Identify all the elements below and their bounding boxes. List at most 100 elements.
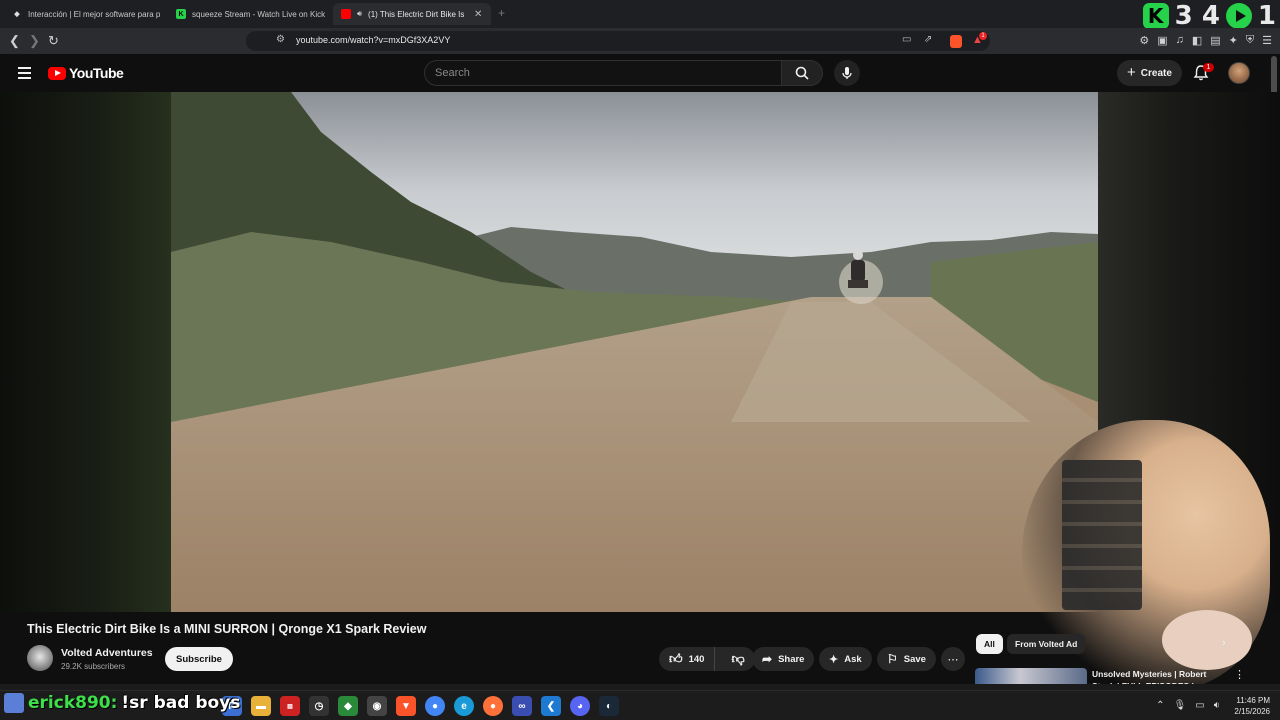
thumbs-down-icon: 👎︎: [731, 651, 745, 666]
chip-all[interactable]: All: [976, 634, 1003, 654]
subscribe-button[interactable]: Subscribe: [165, 647, 233, 671]
forward-icon[interactable]: ❯: [29, 33, 40, 49]
create-button[interactable]: + Create: [1117, 60, 1182, 86]
youtube-logo[interactable]: YouTube: [48, 65, 124, 81]
thumbs-up-icon: 👍︎: [669, 651, 683, 666]
shield-app-icon[interactable]: ◆: [338, 696, 358, 716]
dislike-button[interactable]: 👎︎: [721, 647, 754, 671]
chat-message-text: !sr bad boys: [121, 693, 241, 713]
youtube-header: YouTube + Create: [0, 54, 1280, 92]
ask-label: Ask: [844, 653, 862, 665]
save-label: Save: [903, 653, 926, 665]
url-text[interactable]: youtube.com/watch?v=mxDGf3XA2VY: [296, 35, 450, 45]
tab-kick-stream[interactable]: K squeeze Stream - Watch Live on Kick: [168, 3, 330, 25]
tab-youtube-video[interactable]: 🔊︎ (1) This Electric Dirt Bike Is a I ✕: [333, 3, 491, 25]
kick-counter: 3 4: [1174, 1, 1220, 31]
puzzle-icon[interactable]: ⚙: [1139, 34, 1149, 47]
voice-search-button[interactable]: [834, 60, 860, 86]
network-icon[interactable]: ▭: [1195, 700, 1204, 711]
screenshot-icon[interactable]: ▣: [1157, 34, 1167, 47]
sparkle-icon: ✦: [829, 653, 839, 666]
create-label: Create: [1140, 67, 1172, 79]
tab-title: (1) This Electric Dirt Bike Is a I: [368, 9, 465, 19]
wallet-icon[interactable]: ▤: [1210, 34, 1220, 47]
cast-icon[interactable]: ▭: [902, 34, 911, 45]
site-info-icon[interactable]: ⚙: [276, 34, 285, 45]
like-count: 140: [688, 653, 705, 665]
clock-time: 11:46 PM: [1236, 696, 1270, 705]
search-icon: [795, 66, 809, 80]
like-button[interactable]: 👍︎ 140: [659, 647, 716, 671]
account-avatar[interactable]: [1228, 62, 1250, 84]
save-button[interactable]: ⚐ Save: [877, 647, 936, 671]
menu-icon[interactable]: ☰: [1262, 34, 1272, 47]
share-page-icon[interactable]: ⇗: [924, 34, 932, 45]
bookmark-save-icon: ⚐: [887, 652, 898, 666]
subscriber-count: 29.2K subscribers: [61, 662, 126, 671]
plus-icon: +: [1127, 64, 1136, 81]
search-box[interactable]: [424, 60, 782, 86]
address-bar[interactable]: ⚙ youtube.com/watch?v=mxDGf3XA2VY ▭ ⇗ ▲ …: [246, 31, 990, 51]
notification-count-badge: 1: [1203, 63, 1214, 72]
share-button[interactable]: ➦ Share: [752, 647, 815, 671]
tab-title: Interacción | El mejor software para p: [28, 9, 161, 19]
share-label: Share: [778, 653, 805, 665]
video-title: This Electric Dirt Bike Is a MINI SURRON…: [27, 622, 427, 636]
tab-title: squeeze Stream - Watch Live on Kick: [192, 9, 326, 19]
play-counter: 1: [1257, 1, 1276, 31]
sidebar-icon[interactable]: ◧: [1192, 34, 1202, 47]
new-tab-button[interactable]: +: [498, 6, 505, 20]
volume-icon[interactable]: 🔉︎: [1214, 700, 1220, 711]
microphone-icon: [842, 67, 852, 79]
vscode-icon[interactable]: ❮: [541, 696, 561, 716]
tab-interaccion[interactable]: ◆ Interacción | El mejor software para p: [4, 3, 164, 25]
discord-icon[interactable]: ◕: [570, 696, 590, 716]
infinity-app-icon[interactable]: ∞: [512, 696, 532, 716]
vpn-icon[interactable]: ⛨: [1246, 34, 1254, 47]
youtube-play-icon: [48, 66, 66, 80]
search-input[interactable]: [425, 61, 781, 85]
video-frame: [171, 92, 1098, 612]
chip-from-channel[interactable]: From Volted Ad: [1007, 634, 1086, 654]
back-icon[interactable]: ❮: [9, 33, 20, 49]
youtube-wordmark: YouTube: [69, 65, 124, 81]
video-player[interactable]: [171, 92, 1098, 612]
tray-chevron-icon[interactable]: ⌃: [1156, 700, 1164, 711]
chrome-icon[interactable]: ●: [425, 696, 445, 716]
leo-icon[interactable]: ✦: [1229, 34, 1238, 47]
edge-icon[interactable]: e: [454, 696, 474, 716]
system-clock[interactable]: 11:46 PM 2/15/2026: [1234, 695, 1270, 717]
firefox-icon[interactable]: ●: [483, 696, 503, 716]
ambient-glow-left: [0, 92, 171, 612]
video-app-icon[interactable]: ▤: [280, 696, 300, 716]
brave-shields-icon[interactable]: [950, 35, 962, 48]
search-button[interactable]: [781, 60, 823, 86]
brave-browser-icon[interactable]: ▼: [396, 696, 416, 716]
obs-icon[interactable]: ◉: [367, 696, 387, 716]
kick-icon: K: [176, 9, 186, 19]
webcam-person: [1162, 610, 1252, 670]
close-tab-icon[interactable]: ✕: [474, 9, 482, 20]
taskbar-apps: R ▬ ▤ ◷ ◆ ◉ ▼ ● e ● ∞ ❮ ◕ ◐: [222, 696, 619, 716]
kick-logo-icon: K: [1142, 3, 1169, 29]
tray-mic-icon[interactable]: 🎙︎: [1174, 700, 1187, 711]
speaker-icon: 🔊︎: [357, 9, 363, 18]
diamond-icon: ◆: [14, 11, 20, 18]
reload-icon[interactable]: ↻: [48, 33, 59, 49]
chevron-right-icon[interactable]: ›: [1222, 637, 1226, 649]
ask-button[interactable]: ✦ Ask: [819, 647, 872, 671]
hamburger-menu-icon[interactable]: [18, 67, 31, 82]
chat-username: erick890:: [28, 693, 118, 713]
play-circle-icon: [1225, 3, 1252, 29]
steam-icon[interactable]: ◐: [599, 696, 619, 716]
channel-avatar[interactable]: [27, 645, 53, 671]
clock-app-icon[interactable]: ◷: [309, 696, 329, 716]
channel-name[interactable]: Volted Adventures: [61, 647, 153, 659]
recommendation-more-icon[interactable]: ⋮: [1234, 668, 1245, 681]
file-explorer-icon[interactable]: ▬: [251, 696, 271, 716]
like-dislike-group: 👍︎ 140 👎︎: [659, 647, 755, 671]
stream-chat-message: erick890: !sr bad boys: [4, 690, 240, 716]
share-arrow-icon: ➦: [762, 652, 773, 666]
music-icon[interactable]: ♫: [1176, 34, 1184, 47]
more-actions-icon[interactable]: ⋯: [941, 647, 965, 671]
